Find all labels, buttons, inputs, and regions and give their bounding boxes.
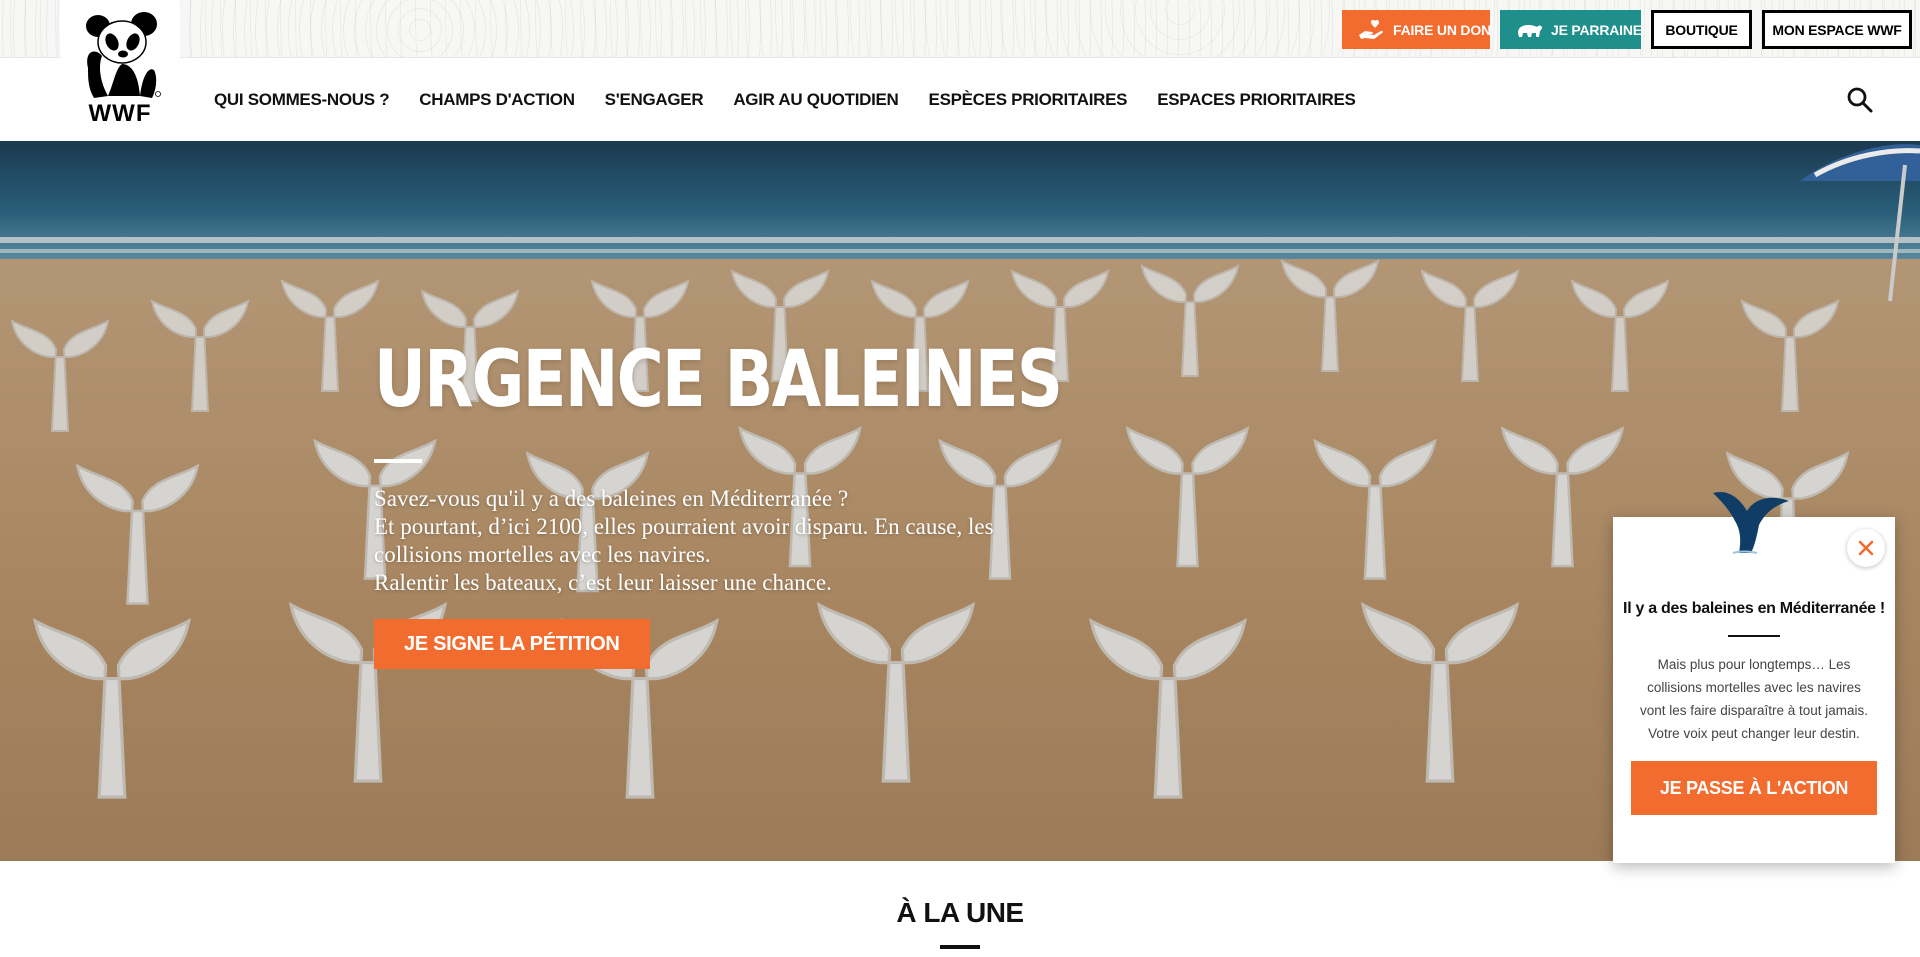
shop-label: BOUTIQUE [1665,21,1738,38]
a-la-une-section: À LA UNE [0,861,1920,957]
hero-title: URGENCE BALEINES [374,335,1063,425]
account-button[interactable]: MON ESPACE WWF [1762,10,1912,49]
popup-title: Il y a des baleines en Méditerranée ! [1623,600,1885,617]
donate-button[interactable]: FAIRE UN DON [1342,10,1491,49]
hero-line-3: Ralentir les bateaux, c’est leur laisser… [374,570,832,595]
bear-icon [1518,24,1542,37]
popup-divider [1728,635,1780,637]
whale-popup: Il y a des baleines en Méditerranée ! Ma… [1613,491,1895,863]
account-label: MON ESPACE WWF [1772,21,1902,38]
nav-item-agir-au-quotidien[interactable]: AGIR AU QUOTIDIEN [733,90,899,110]
whale-tail-icon [1713,491,1789,554]
sign-petition-button[interactable]: JE SIGNE LA PÉTITION [374,619,650,669]
top-bar: FAIRE UN DON JE PARRAINE BOUTIQUE MON ES… [0,0,1920,58]
nav-item-espaces-prioritaires[interactable]: ESPACES PRIORITAIRES [1157,90,1356,110]
section-title: À LA UNE [896,897,1024,928]
sponsor-label: JE PARRAINE [1551,21,1642,38]
hero-line-2: Et pourtant, d’ici 2100, elles pourraien… [374,514,994,567]
logo-text: WWF [88,100,152,127]
hero-divider [374,459,422,463]
panda-logo-icon [86,12,161,98]
nav-menu: QUI SOMMES-NOUS ? CHAMPS D'ACTION S'ENGA… [214,58,1356,141]
nav-item-s-engager[interactable]: S'ENGAGER [605,90,704,110]
nav-item-qui-sommes-nous[interactable]: QUI SOMMES-NOUS ? [214,90,390,110]
donate-label: FAIRE UN DON [1393,21,1491,38]
shop-button[interactable]: BOUTIQUE [1651,10,1752,49]
hero-line-1: Savez-vous qu'il y a des baleines en Méd… [374,486,849,511]
section-divider [940,945,980,949]
take-action-button[interactable]: JE PASSE À L'ACTION [1631,761,1877,815]
sponsor-button[interactable]: JE PARRAINE [1500,10,1642,49]
wwf-logo[interactable]: WWF [60,0,180,141]
nav-item-especes-prioritaires[interactable]: ESPÈCES PRIORITAIRES [929,90,1128,110]
popup-close-button[interactable] [1847,529,1885,567]
nav-item-champs-action[interactable]: CHAMPS D'ACTION [419,90,575,110]
search-icon[interactable] [1846,86,1874,114]
close-icon [1858,540,1874,556]
popup-text: Mais plus pour longtemps… Les collisions… [1639,657,1869,741]
hand-heart-icon [1359,19,1383,39]
top-actions: FAIRE UN DON JE PARRAINE BOUTIQUE MON ES… [1342,10,1912,49]
hero-content: URGENCE BALEINES Savez-vous qu'il y a de… [374,335,1063,669]
hero-description: Savez-vous qu'il y a des baleines en Méd… [374,485,994,597]
main-nav: QUI SOMMES-NOUS ? CHAMPS D'ACTION S'ENGA… [0,58,1920,141]
